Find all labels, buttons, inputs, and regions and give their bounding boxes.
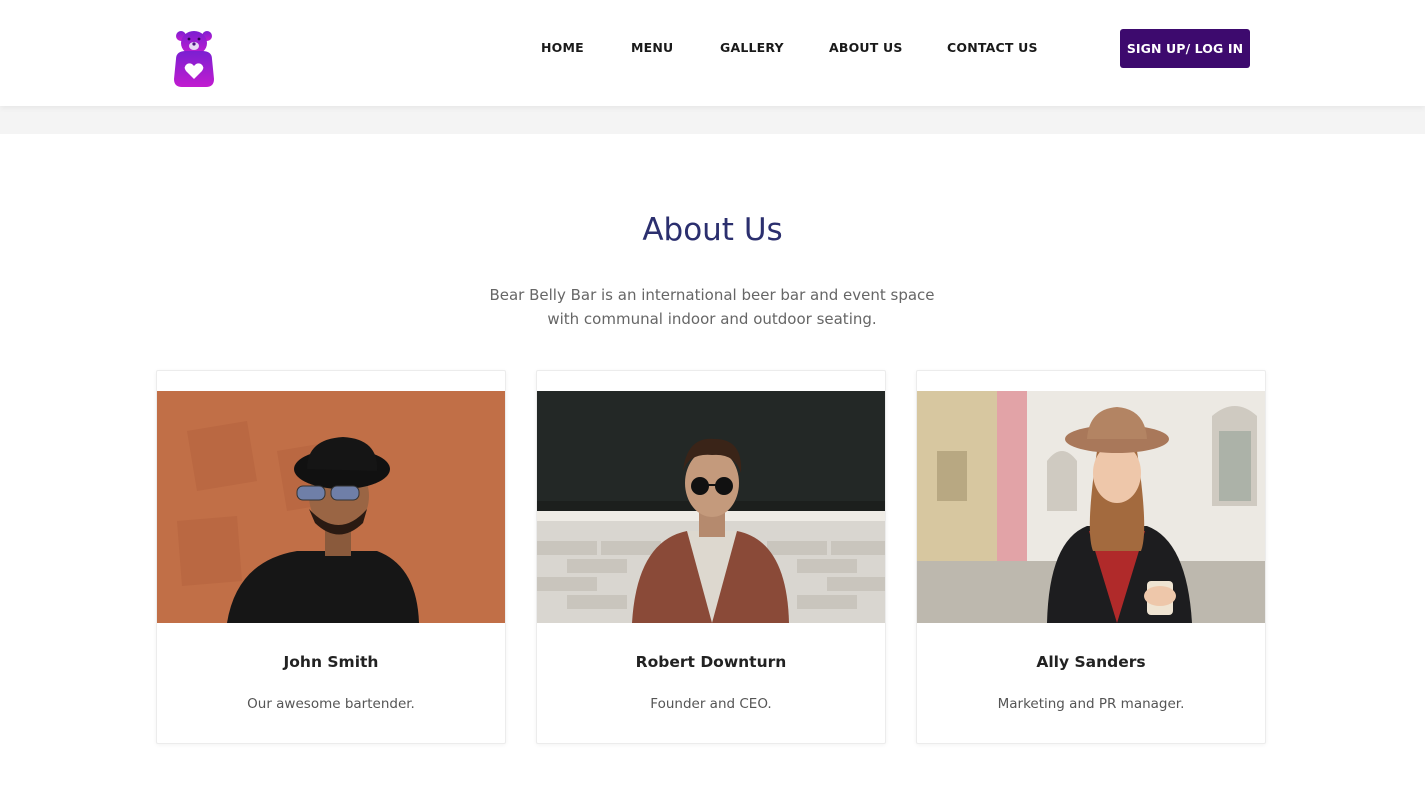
nav-contact-us[interactable]: CONTACT US [947,40,1038,55]
team-photo-john-smith [157,391,505,623]
team-member-name: Robert Downturn [635,653,787,671]
nav-home[interactable]: HOME [541,40,584,55]
team-member-name: Ally Sanders [1036,653,1146,671]
site-header: HOME MENU GALLERY ABOUT US CONTACT US SI… [0,0,1425,106]
header-divider-band [0,106,1425,134]
nav-about-us[interactable]: ABOUT US [829,40,903,55]
about-description: Bear Belly Bar is an international beer … [489,286,935,328]
team-member-role: Founder and CEO. [650,696,772,712]
bear-logo-icon[interactable] [170,29,218,89]
nav-menu[interactable]: MENU [631,40,673,55]
team-member-role: Marketing and PR manager. [997,696,1185,712]
team-photo-ally-sanders [917,391,1265,623]
nav-gallery[interactable]: GALLERY [720,40,784,55]
team-member-name: John Smith [283,653,379,671]
team-photo-robert-downturn [537,391,885,623]
team-card-john-smith: John Smith Our awesome bartender. [156,370,506,744]
team-card-robert-downturn: Robert Downturn Founder and CEO. [536,370,886,744]
team-card-ally-sanders: Ally Sanders Marketing and PR manager. [916,370,1266,744]
signup-login-button[interactable]: SIGN UP/ LOG IN [1120,29,1250,68]
about-title: About Us [642,212,783,248]
team-member-role: Our awesome bartender. [247,696,415,712]
